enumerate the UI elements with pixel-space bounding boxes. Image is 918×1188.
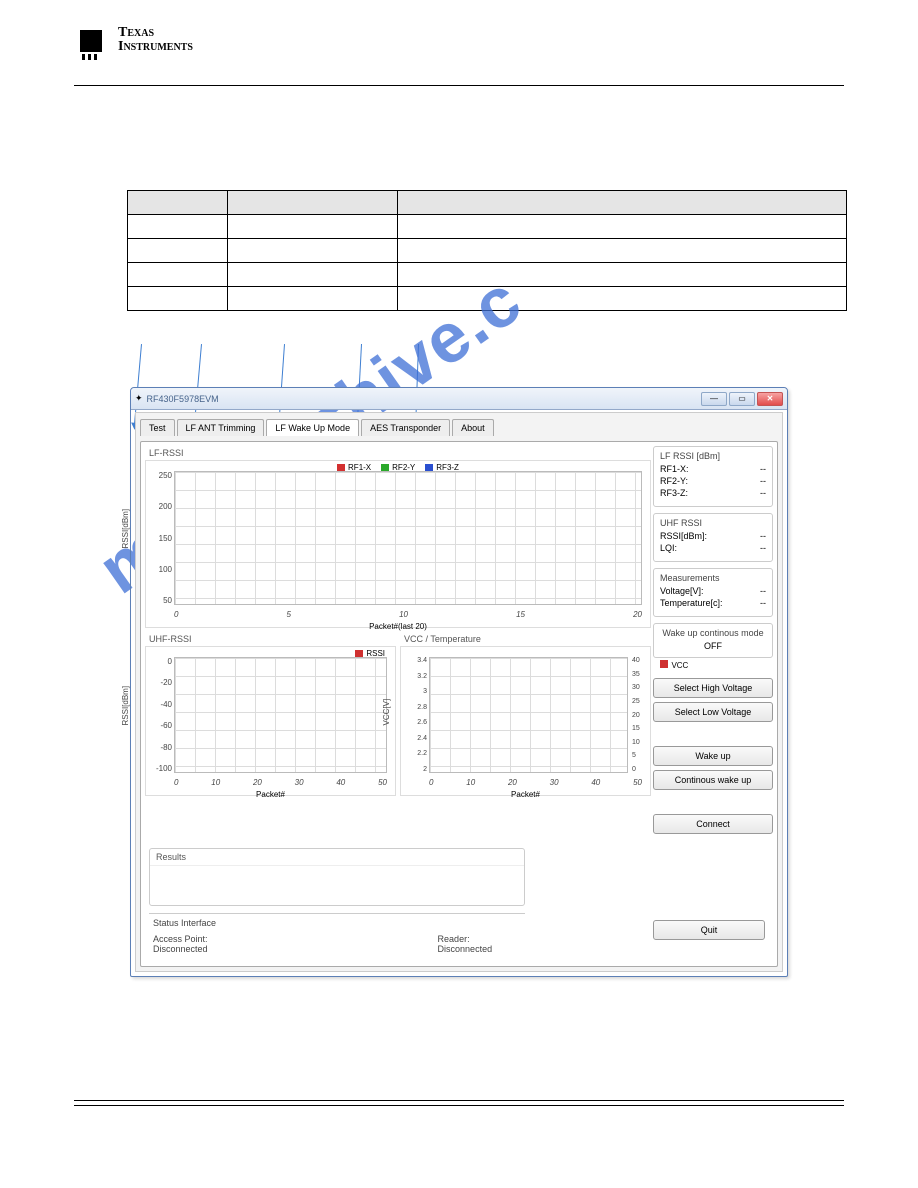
uhf-panel-title: UHF RSSI (660, 518, 766, 528)
tab-lf-ant-trimming[interactable]: LF ANT Trimming (177, 419, 265, 436)
footer-rule (74, 1105, 844, 1106)
meas-panel-title: Measurements (660, 573, 766, 583)
uhf-yticks: 0-20-40-60-80-100 (152, 657, 172, 773)
tab-test[interactable]: Test (140, 419, 175, 436)
ti-logo-line2: Instruments (118, 40, 193, 54)
select-high-voltage-button[interactable]: Select High Voltage (653, 678, 773, 698)
lf-yticks: 25020015010050 (152, 471, 172, 605)
vcc-xlabel: Packet# (401, 790, 650, 799)
titlebar: ✦ RF430F5978EVM — ▭ ✕ (131, 388, 787, 410)
select-low-voltage-button[interactable]: Select Low Voltage (653, 702, 773, 722)
continous-wake-up-button[interactable]: Continous wake up (653, 770, 773, 790)
uhf-xlabel: Packet# (146, 790, 395, 799)
wake-up-button[interactable]: Wake up (653, 746, 773, 766)
uhf-rssi-panel: UHF RSSI RSSI[dBm]:-- LQI:-- (653, 513, 773, 562)
status-title: Status Interface (149, 913, 525, 932)
vcc-yticks-right: 4035302520151050 (632, 657, 650, 773)
header-rule (74, 85, 844, 86)
tab-lf-wake-up-mode[interactable]: LF Wake Up Mode (266, 419, 359, 436)
parameter-table (127, 190, 847, 311)
uhf-rssi-chart: RSSI RSSI[dBm] 0-20-40-60-80-100 0102030… (145, 646, 396, 796)
vcc-chart: VCC[V] 3.43.232.82.62.42.22 403530252015… (400, 646, 651, 796)
vcc-yticks: 3.43.232.82.62.42.22 (407, 657, 427, 773)
lf-rssi-panel: LF RSSI [dBm] RF1-X:-- RF2-Y:-- RF3-Z:-- (653, 446, 773, 507)
status-reader: Reader: Disconnected (438, 934, 521, 954)
wake-panel-status: OFF (660, 641, 766, 651)
results-title: Results (150, 849, 524, 866)
window-title: RF430F5978EVM (143, 394, 701, 404)
lf-rssi-xlabel: Packet#(last 20) (146, 622, 650, 631)
ti-logo: Texas Instruments (74, 22, 193, 58)
status-ap: Access Point: Disconnected (153, 934, 258, 954)
wake-panel-title: Wake up continous mode (660, 628, 766, 638)
ti-logo-line1: Texas (118, 26, 193, 40)
wakeup-mode-panel: Wake up continous mode OFF (653, 623, 773, 658)
uhf-ylabel: RSSI[dBm] (121, 686, 130, 726)
vcc-title: VCC / Temperature (404, 634, 651, 644)
measurements-panel: Measurements Voltage[V]:-- Temperature[c… (653, 568, 773, 617)
uhf-rssi-title: UHF-RSSI (149, 634, 396, 644)
close-button[interactable]: ✕ (757, 392, 783, 406)
quit-button[interactable]: Quit (653, 920, 765, 940)
tab-bar: Test LF ANT Trimming LF Wake Up Mode AES… (136, 413, 782, 436)
tab-about[interactable]: About (452, 419, 494, 436)
lf-panel-title: LF RSSI [dBm] (660, 451, 766, 461)
results-panel: Results (149, 848, 525, 906)
app-icon: ✦ (135, 393, 143, 404)
app-window: ✦ RF430F5978EVM — ▭ ✕ Test LF ANT Trimmi… (130, 387, 788, 977)
lf-rssi-chart: RF1-X RF2-Y RF3-Z RSSI[dBm] 250200150100… (145, 460, 651, 628)
maximize-button[interactable]: ▭ (729, 392, 755, 406)
lf-rssi-title: LF-RSSI (149, 448, 651, 458)
connect-button[interactable]: Connect (653, 814, 773, 834)
footer-rule (74, 1100, 844, 1101)
vcc-ylabel: VCC[V] (382, 699, 391, 726)
ti-chip-icon (74, 22, 110, 58)
minimize-button[interactable]: — (701, 392, 727, 406)
status-bar: Status Interface Access Point: Disconnec… (149, 913, 525, 956)
tab-aes-transponder[interactable]: AES Transponder (361, 419, 450, 436)
lf-rssi-ylabel: RSSI[dBm] (121, 509, 130, 549)
